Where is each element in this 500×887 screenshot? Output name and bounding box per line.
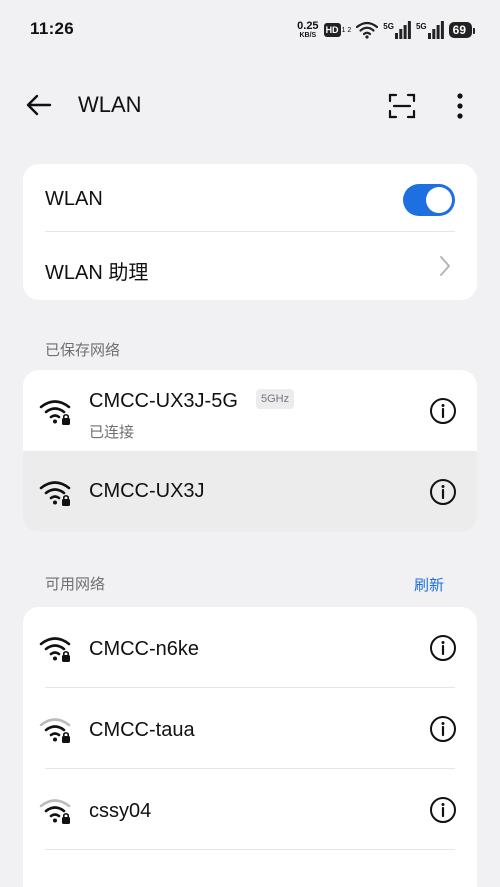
toggle-knob — [426, 187, 452, 213]
saved-networks-card: CMCC-UX3J-5G 5GHz 已连接 CMCC-UX3J — [23, 370, 477, 532]
page-title: WLAN — [78, 92, 142, 117]
network-row[interactable]: cssy04 — [23, 769, 477, 850]
sim1-signal-icon: 5G — [383, 21, 411, 39]
wifi-locked-icon — [39, 400, 71, 425]
sim2-label: 5G — [415, 22, 427, 31]
wlan-assistant-label: WLAN 助理 — [45, 262, 149, 284]
chevron-right-icon — [440, 256, 450, 276]
app-header: WLAN — [0, 72, 500, 136]
wlan-settings-card: WLAN WLAN 助理 — [23, 164, 477, 300]
wifi-locked-icon — [39, 481, 71, 506]
status-bar: 11:26 0.25 KB/S HD 1 2 5G 5G 69 — [0, 0, 500, 58]
network-ssid: CMCC-UX3J-5G — [89, 390, 238, 412]
network-row[interactable]: CMCC-UX3J — [23, 451, 477, 532]
available-networks-label: 可用网络 — [45, 576, 106, 593]
wlan-toggle-row[interactable]: WLAN — [23, 164, 477, 232]
status-icons: 0.25 KB/S HD 1 2 5G 5G 69 — [297, 17, 476, 43]
wifi-status-icon — [356, 21, 379, 39]
info-icon[interactable] — [429, 397, 457, 425]
network-row[interactable]: CMCC-taua — [23, 688, 477, 769]
sim2-signal-icon: 5G — [416, 21, 444, 39]
info-icon[interactable] — [429, 634, 457, 662]
network-ssid: CMCC-taua — [89, 719, 195, 741]
refresh-button[interactable]: 刷新 — [414, 574, 444, 595]
network-row[interactable]: CMCC-n6ke — [23, 607, 477, 688]
network-ssid: CMCC-UX3J — [89, 480, 205, 502]
scan-icon[interactable] — [388, 92, 416, 120]
wlan-toggle-label: WLAN — [45, 188, 103, 210]
hd-voice-icon: HD 1 2 — [323, 23, 352, 37]
hd-label: HD — [323, 23, 341, 37]
info-icon[interactable] — [429, 796, 457, 824]
network-ssid: CMCC-n6ke — [89, 638, 200, 660]
available-networks-card: CMCC-n6ke CMCC-taua cssy04 — [23, 607, 477, 887]
saved-networks-label: 已保存网络 — [45, 342, 121, 359]
wifi-weak-locked-icon — [39, 799, 71, 824]
wlan-toggle-switch[interactable] — [403, 184, 455, 216]
info-icon[interactable] — [429, 715, 457, 743]
back-arrow-icon[interactable] — [24, 90, 54, 120]
info-icon[interactable] — [429, 478, 457, 506]
hd-sub: 1 2 — [341, 26, 352, 34]
network-ssid: cssy04 — [89, 800, 152, 822]
battery-icon: 69 — [448, 22, 476, 38]
wifi-locked-icon — [39, 637, 71, 662]
network-row[interactable]: CMCC-UX3J-5G 5GHz 已连接 — [23, 370, 477, 451]
band-badge: 5GHz — [256, 389, 295, 409]
divider — [45, 849, 455, 850]
connection-status: 已连接 — [89, 424, 135, 441]
status-time: 11:26 — [30, 19, 75, 38]
sim1-label: 5G — [383, 22, 394, 31]
network-speed-value: 0.25 — [297, 20, 319, 32]
more-vert-icon[interactable] — [452, 92, 468, 120]
wlan-assistant-row[interactable]: WLAN 助理 — [23, 232, 477, 300]
wifi-weak-locked-icon — [39, 718, 71, 743]
network-speed: 0.25 KB/S — [297, 20, 319, 40]
network-speed-unit: KB/S — [299, 32, 317, 39]
